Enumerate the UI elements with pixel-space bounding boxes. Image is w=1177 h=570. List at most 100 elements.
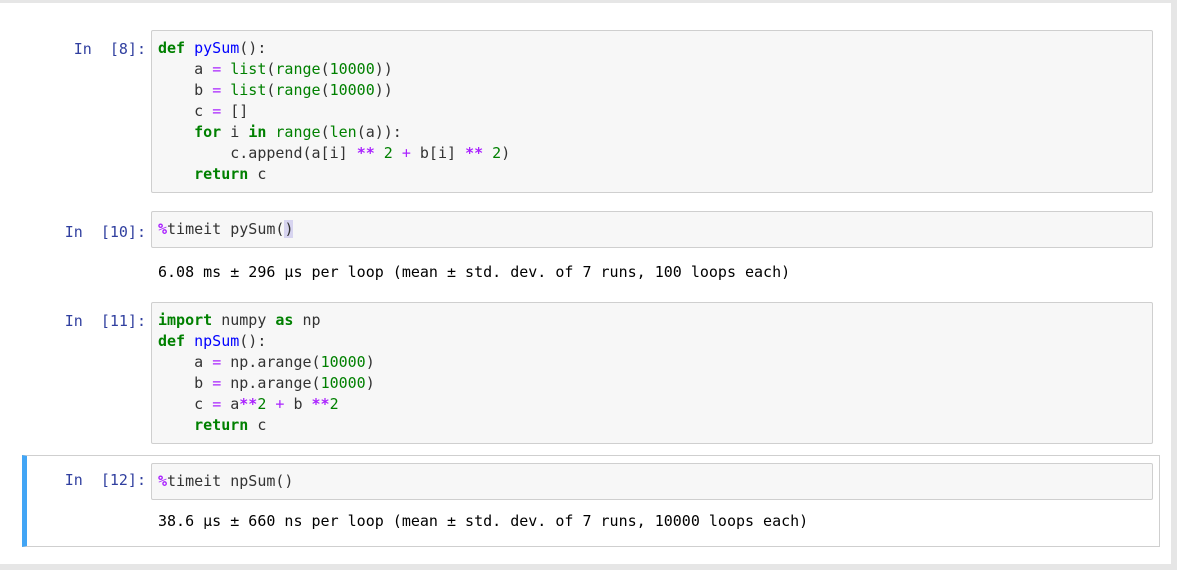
code-token: ) xyxy=(501,144,511,162)
code-token: % xyxy=(158,220,168,238)
code-line: a = np.arange(10000) xyxy=(158,352,1146,373)
code-token: list xyxy=(230,60,267,78)
code-token: np.arange( xyxy=(221,374,321,392)
code-line: c = a**2 + b **2 xyxy=(158,394,1146,415)
code-token: np.arange( xyxy=(221,353,321,371)
code-token: ( xyxy=(320,60,330,78)
code-token: c xyxy=(248,416,267,434)
code-token: (a)): xyxy=(356,123,402,141)
code-token: ** xyxy=(356,144,375,162)
code-cell[interactable]: In [11]: import numpy as np def npSum(): … xyxy=(22,298,1160,454)
code-cell[interactable]: In [10]: %timeit pySum() 6.08 ms ± 296 µ… xyxy=(22,206,1160,294)
code-token: = xyxy=(212,374,222,392)
code-token: c xyxy=(158,102,213,120)
code-token: np xyxy=(293,311,321,329)
code-token: 10000 xyxy=(320,353,366,371)
code-line: return c xyxy=(158,164,1146,185)
code-token: 10000 xyxy=(329,60,375,78)
code-token: 2 xyxy=(492,144,502,162)
code-cell[interactable]: In [8]: def pySum(): a = list(range(1000… xyxy=(22,23,1160,200)
code-line: b = np.arange(10000) xyxy=(158,373,1146,394)
input-prompt: In [8]: xyxy=(73,40,146,58)
code-token: timeit npSum() xyxy=(167,472,294,490)
code-line: return c xyxy=(158,415,1146,436)
code-token: len xyxy=(329,123,357,141)
code-input[interactable]: def pySum(): a = list(range(10000)) b = … xyxy=(151,30,1153,193)
code-token: a xyxy=(221,395,240,413)
code-line: def pySum(): xyxy=(158,38,1146,59)
code-token: + xyxy=(401,144,411,162)
code-token: ** xyxy=(239,395,258,413)
code-line: %timeit pySum() xyxy=(158,219,1146,240)
code-token: 10000 xyxy=(320,374,366,392)
code-token: a xyxy=(158,60,213,78)
code-token: pySum xyxy=(194,39,240,57)
code-token: 2 xyxy=(329,395,339,413)
code-line: for i in range(len(a)): xyxy=(158,122,1146,143)
code-input[interactable]: import numpy as np def npSum(): a = np.ar… xyxy=(151,302,1153,444)
code-line: c = [] xyxy=(158,101,1146,122)
code-line: a = list(range(10000)) xyxy=(158,59,1146,80)
code-token: range xyxy=(275,123,321,141)
code-token: a xyxy=(158,353,213,371)
code-token: = xyxy=(212,395,222,413)
code-token: = xyxy=(212,353,222,371)
code-token: )) xyxy=(374,81,393,99)
code-token: c xyxy=(248,165,267,183)
code-input[interactable]: %timeit pySum() xyxy=(151,211,1153,248)
code-line: b = list(range(10000)) xyxy=(158,80,1146,101)
input-prompt: In [10]: xyxy=(64,223,146,241)
code-token: return xyxy=(194,416,249,434)
code-token: c.append(a[i] xyxy=(158,144,357,162)
code-token: b xyxy=(158,374,213,392)
code-token: (): xyxy=(239,39,267,57)
code-token: as xyxy=(275,311,294,329)
code-token: ( xyxy=(320,123,330,141)
output-text: 6.08 ms ± 296 µs per loop (mean ± std. d… xyxy=(158,263,791,281)
output-text: 38.6 µs ± 660 ns per loop (mean ± std. d… xyxy=(158,512,809,530)
notebook-container: In [8]: def pySum(): a = list(range(1000… xyxy=(0,3,1171,564)
code-token: npSum xyxy=(194,332,240,350)
code-token: range xyxy=(275,60,321,78)
code-cell-selected[interactable]: In [12]: %timeit npSum() 38.6 µs ± 660 n… xyxy=(22,455,1160,547)
code-token: timeit pySum xyxy=(167,220,276,238)
input-prompt: In [11]: xyxy=(64,312,146,330)
code-input[interactable]: %timeit npSum() xyxy=(151,463,1153,500)
code-token: = xyxy=(212,81,222,99)
code-token: b[i] xyxy=(410,144,466,162)
code-token: ** xyxy=(465,144,484,162)
code-token: def xyxy=(158,39,186,57)
code-token: 10000 xyxy=(329,81,375,99)
code-token: ) xyxy=(284,220,294,238)
code-line: def npSum(): xyxy=(158,331,1146,352)
code-token: range xyxy=(275,81,321,99)
code-token: return xyxy=(194,165,249,183)
code-token: for xyxy=(194,123,222,141)
code-token: ( xyxy=(320,81,330,99)
code-line: import numpy as np xyxy=(158,310,1146,331)
code-token: i xyxy=(221,123,249,141)
code-token: c xyxy=(158,395,213,413)
code-token: = xyxy=(212,102,222,120)
code-token: in xyxy=(248,123,267,141)
input-prompt: In [12]: xyxy=(64,471,146,489)
code-token: (): xyxy=(239,332,267,350)
code-token: b xyxy=(158,81,213,99)
code-token: ) xyxy=(365,353,375,371)
code-line: %timeit npSum() xyxy=(158,471,1146,492)
code-token: ** xyxy=(311,395,330,413)
code-token: def xyxy=(158,332,186,350)
code-token: % xyxy=(158,472,168,490)
code-token: = xyxy=(212,60,222,78)
code-token: list xyxy=(230,81,267,99)
code-token: )) xyxy=(374,60,393,78)
